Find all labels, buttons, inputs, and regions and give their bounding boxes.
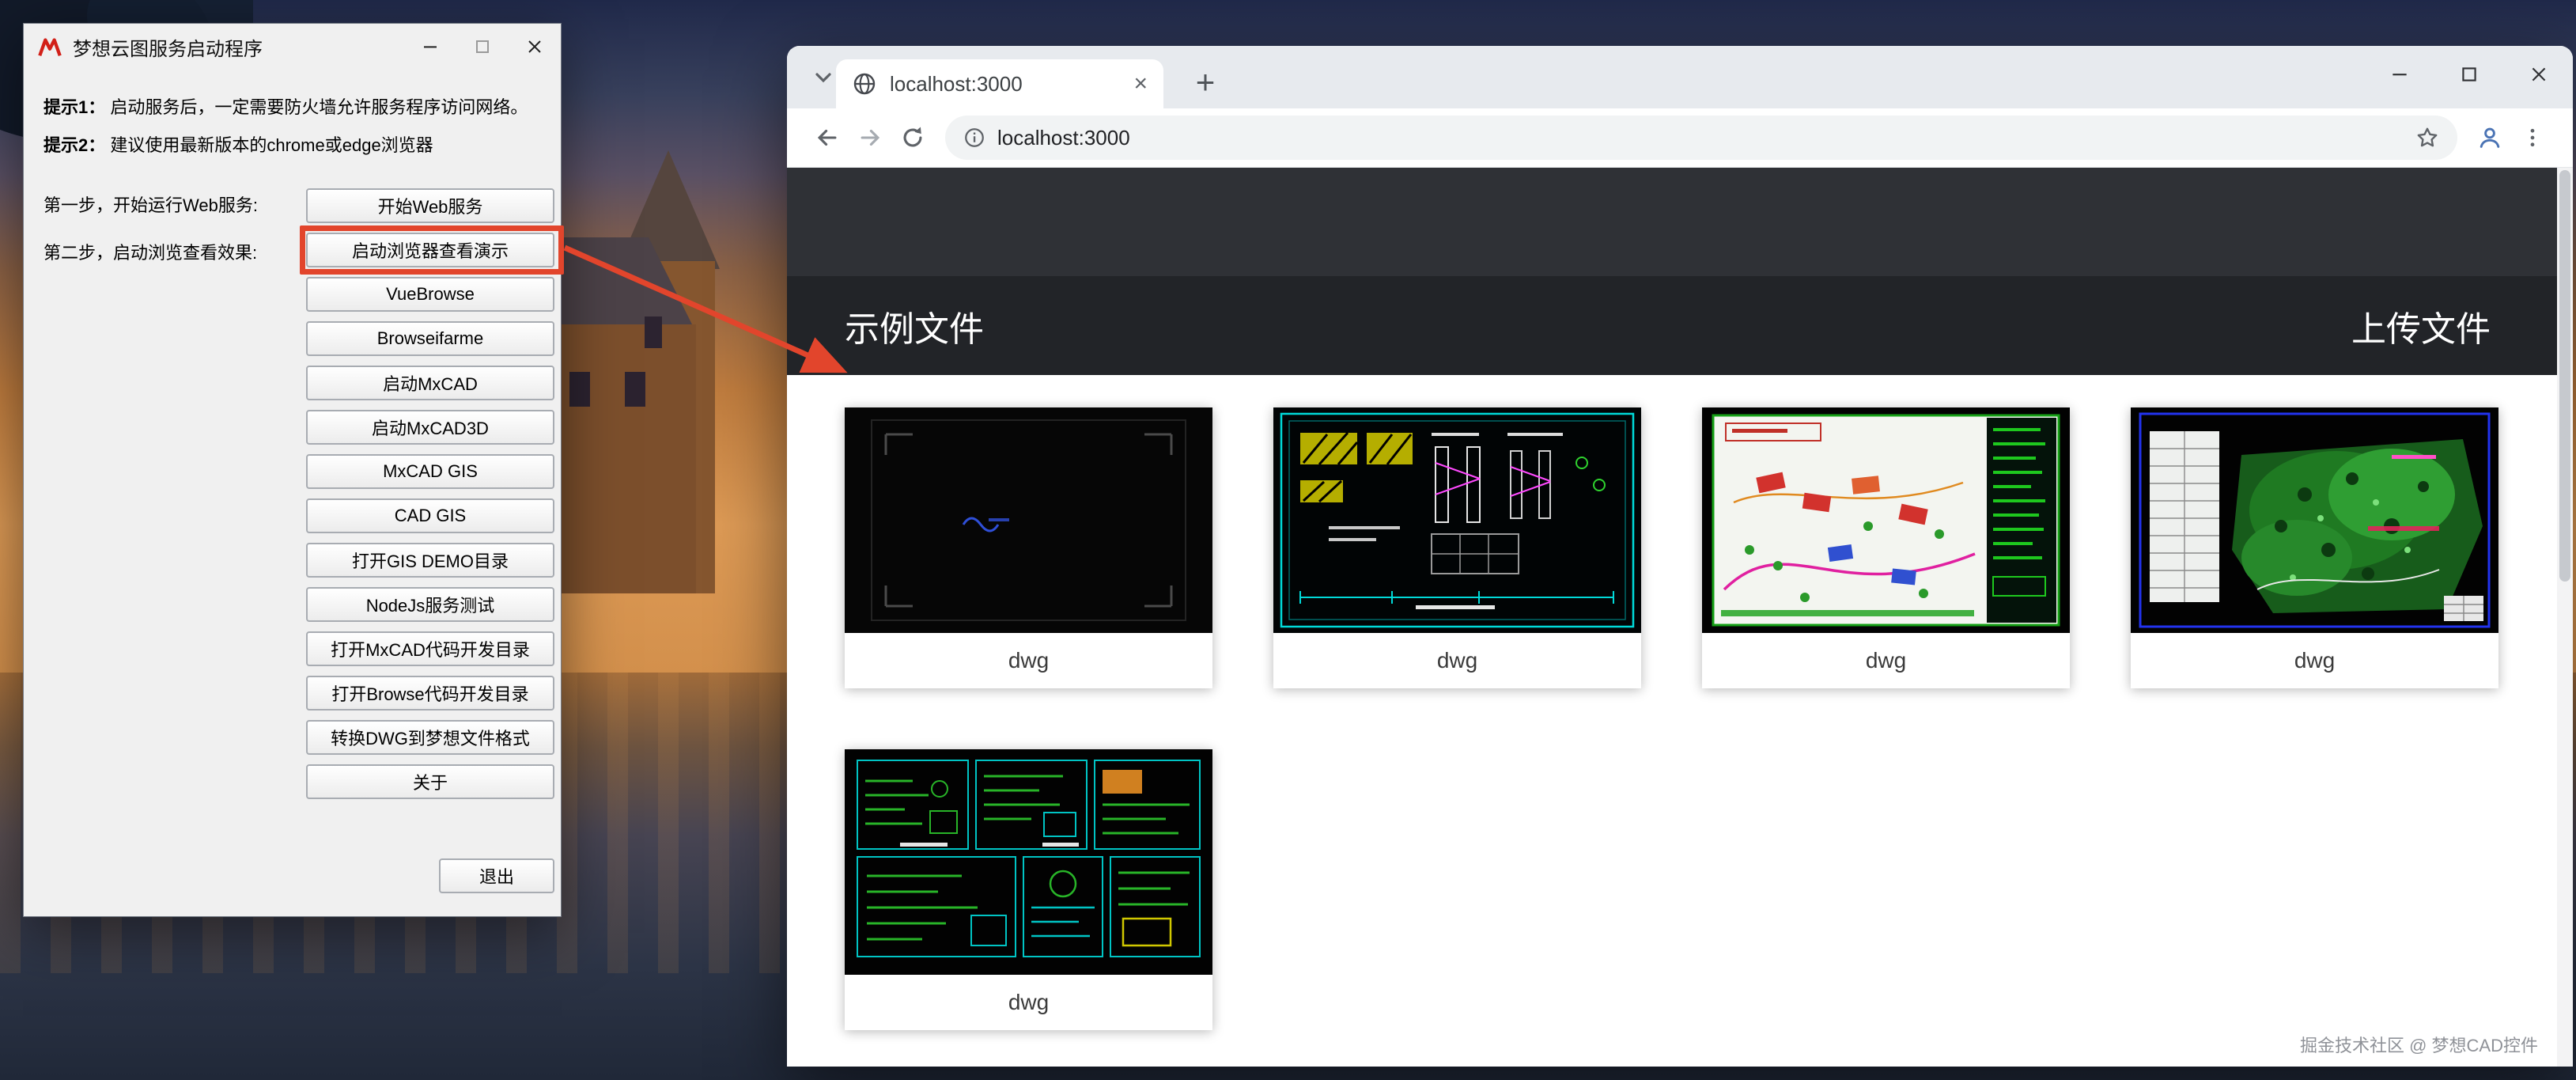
menu-kebab-icon[interactable] [2511, 116, 2554, 159]
tip-2: 提示2： 建议使用最新版本的chrome或edge浏览器 [44, 131, 433, 157]
open-browser-demo-button[interactable]: 启动浏览器查看演示 [306, 233, 554, 267]
open-browse-dev-dir-button[interactable]: 打开Browse代码开发目录 [306, 676, 554, 711]
close-icon[interactable] [2516, 52, 2562, 97]
page-toolbar-band [787, 168, 2573, 276]
dwg-thumbnail-elevation-sheets [845, 749, 1212, 975]
launcher-titlebar[interactable]: 梦想云图服务启动程序 [24, 24, 561, 70]
tip-1-label: 提示1： [44, 97, 105, 117]
browser-window-controls [2377, 52, 2562, 97]
step-2-label: 第二步，启动浏览查看效果: [44, 236, 257, 271]
site-info-icon[interactable] [963, 126, 986, 150]
bookmark-star-icon[interactable] [2415, 125, 2440, 150]
launcher-button-column: 开始Web服务 启动浏览器查看演示 VueBrowse Browseifarme… [306, 188, 554, 799]
new-tab-button[interactable]: + [1187, 64, 1224, 100]
dwg-thumbnail-landscape-plan [2131, 407, 2498, 633]
browser-window: localhost:3000 × + [787, 46, 2573, 1067]
tip-1: 提示1： 启动服务后，一定需要防火墙允许服务程序访问网络。 [44, 93, 528, 119]
tab-search-chevron-icon[interactable] [808, 62, 839, 93]
launcher-window: 梦想云图服务启动程序 提示1： 启动服务后，一定需要防火墙允许服务程序访问网络。… [23, 23, 562, 917]
dwg-card-1[interactable]: dwg [845, 407, 1212, 688]
dwg-thumbnail-structural-details [1273, 407, 1641, 633]
desktop: localhost:3000 × + [0, 0, 2576, 1080]
start-web-service-button[interactable]: 开始Web服务 [306, 188, 554, 223]
step-1-label: 第一步，开始运行Web服务: [44, 188, 258, 223]
dwg-card-3[interactable]: dwg [1702, 407, 2070, 688]
browser-tab-strip: localhost:3000 × + [787, 46, 2573, 108]
tip-2-label: 提示2： [44, 135, 105, 155]
dwg-thumbnail-site-plan [1702, 407, 2070, 633]
launcher-minimize-icon[interactable] [404, 24, 456, 70]
watermark-text: 掘金技术社区 @ 梦想CAD控件 [2300, 1032, 2538, 1057]
card-label: dwg [845, 633, 1212, 688]
nodejs-service-test-button[interactable]: NodeJs服务测试 [306, 587, 554, 622]
start-mxcad3d-button[interactable]: 启动MxCAD3D [306, 410, 554, 445]
minimize-icon[interactable] [2377, 52, 2423, 97]
launcher-maximize-icon[interactable] [456, 24, 509, 70]
open-gis-demo-dir-button[interactable]: 打开GIS DEMO目录 [306, 543, 554, 578]
dwg-card-2[interactable]: dwg [1273, 407, 1641, 688]
card-label: dwg [1702, 633, 2070, 688]
tip-2-text: 建议使用最新版本的chrome或edge浏览器 [110, 135, 433, 155]
profile-avatar-icon[interactable] [2468, 116, 2511, 159]
browser-tab[interactable]: localhost:3000 × [836, 59, 1163, 108]
tab-close-icon[interactable]: × [1133, 72, 1148, 96]
dwg-card-5[interactable]: dwg [845, 749, 1212, 1030]
start-mxcad-button[interactable]: 启动MxCAD [306, 366, 554, 400]
about-button[interactable]: 关于 [306, 764, 554, 799]
sample-file-grid: dwg [845, 407, 2498, 1030]
mxcad-gis-button[interactable]: MxCAD GIS [306, 454, 554, 489]
annotation-arrow [546, 225, 878, 400]
dwg-thumbnail-blank-sheet [845, 407, 1212, 633]
convert-dwg-button[interactable]: 转换DWG到梦想文件格式 [306, 720, 554, 755]
refresh-icon[interactable] [891, 116, 934, 159]
scrollbar-thumb[interactable] [2559, 170, 2570, 582]
card-label: dwg [2131, 633, 2498, 688]
card-label: dwg [845, 975, 1212, 1030]
maximize-icon[interactable] [2446, 52, 2492, 97]
browseiframe-button[interactable]: Browseifarme [306, 321, 554, 356]
open-mxcad-dev-dir-button[interactable]: 打开MxCAD代码开发目录 [306, 631, 554, 666]
back-icon[interactable] [806, 116, 849, 159]
tab-title: localhost:3000 [890, 72, 1133, 97]
page-scrollbar[interactable] [2557, 168, 2573, 1067]
tab-favicon-globe-icon [852, 71, 877, 97]
dwg-card-4[interactable]: dwg [2131, 407, 2498, 688]
tip-1-text: 启动服务后，一定需要防火墙允许服务程序访问网络。 [110, 97, 528, 117]
launcher-close-icon[interactable] [509, 24, 561, 70]
vuebrowse-button[interactable]: VueBrowse [306, 277, 554, 312]
cad-gis-button[interactable]: CAD GIS [306, 498, 554, 533]
forward-icon[interactable] [849, 116, 891, 159]
card-label: dwg [1273, 633, 1641, 688]
web-page: 示例文件 上传文件 [787, 168, 2573, 1067]
app-logo-icon [36, 33, 63, 60]
url-text[interactable]: localhost:3000 [997, 126, 2415, 150]
browser-toolbar: localhost:3000 [787, 108, 2573, 168]
page-header-band: 示例文件 上传文件 [787, 276, 2573, 375]
address-bar[interactable]: localhost:3000 [945, 116, 2457, 160]
launcher-window-title: 梦想云图服务启动程序 [73, 33, 404, 61]
upload-files-button[interactable]: 上传文件 [2351, 301, 2491, 351]
exit-button[interactable]: 退出 [439, 858, 554, 893]
